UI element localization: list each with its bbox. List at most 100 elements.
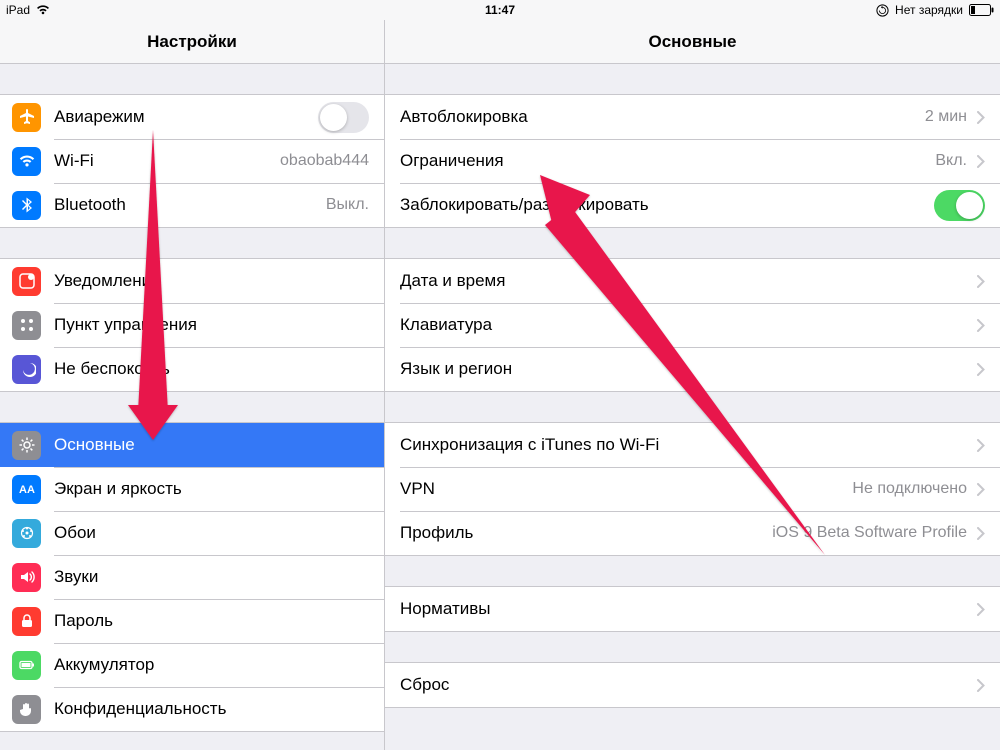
language-label: Язык и регион bbox=[400, 359, 967, 379]
settings-sidebar: Настройки Авиарежим Wi-Fi obaobab444 bbox=[0, 20, 385, 750]
sidebar-scroll[interactable]: Авиарежим Wi-Fi obaobab444 Bluetooth Вык… bbox=[0, 64, 384, 750]
chevron-icon bbox=[977, 319, 985, 332]
lock-icon bbox=[12, 607, 41, 636]
sidebar-item-control-center[interactable]: Пункт управления bbox=[0, 303, 384, 347]
bluetooth-label: Bluetooth bbox=[54, 195, 318, 215]
row-autolock[interactable]: Автоблокировка 2 мин bbox=[385, 95, 1000, 139]
charging-label: Нет зарядки bbox=[895, 3, 963, 17]
hand-icon bbox=[12, 695, 41, 724]
bluetooth-value: Выкл. bbox=[326, 196, 369, 214]
itunes-sync-label: Синхронизация с iTunes по Wi-Fi bbox=[400, 435, 967, 455]
keyboard-label: Клавиатура bbox=[400, 315, 967, 335]
profile-label: Профиль bbox=[400, 523, 764, 543]
wifi-icon bbox=[36, 5, 50, 15]
row-date-time[interactable]: Дата и время bbox=[385, 259, 1000, 303]
chevron-icon bbox=[977, 155, 985, 168]
general-label: Основные bbox=[54, 435, 369, 455]
detail-group-lock: Автоблокировка 2 мин Ограничения Вкл. За… bbox=[385, 94, 1000, 228]
date-time-label: Дата и время bbox=[400, 271, 967, 291]
sidebar-item-notifications[interactable]: Уведомления bbox=[0, 259, 384, 303]
status-time: 11:47 bbox=[485, 3, 515, 17]
notifications-label: Уведомления bbox=[54, 271, 369, 291]
sidebar-item-wifi[interactable]: Wi-Fi obaobab444 bbox=[0, 139, 384, 183]
sidebar-item-sounds[interactable]: Звуки bbox=[0, 555, 384, 599]
wifi-value: obaobab444 bbox=[280, 152, 369, 170]
row-vpn[interactable]: VPN Не подключено bbox=[385, 467, 1000, 511]
sidebar-item-passcode[interactable]: Пароль bbox=[0, 599, 384, 643]
row-language[interactable]: Язык и регион bbox=[385, 347, 1000, 391]
row-reset[interactable]: Сброс bbox=[385, 663, 1000, 707]
autolock-label: Автоблокировка bbox=[400, 107, 917, 127]
dnd-label: Не беспокоить bbox=[54, 359, 369, 379]
detail-scroll[interactable]: Автоблокировка 2 мин Ограничения Вкл. За… bbox=[385, 64, 1000, 750]
wifi-icon bbox=[12, 147, 41, 176]
detail-group-regulatory: Нормативы bbox=[385, 586, 1000, 632]
privacy-label: Конфиденциальность bbox=[54, 699, 369, 719]
sidebar-group-alerts: Уведомления Пункт управления Не беспокои… bbox=[0, 258, 384, 392]
row-profile[interactable]: Профиль iOS 9 Beta Software Profile bbox=[385, 511, 1000, 555]
detail-panel: Основные Автоблокировка 2 мин Ограничени… bbox=[385, 20, 1000, 750]
chevron-icon bbox=[977, 527, 985, 540]
lock-unlock-label: Заблокировать/разблокировать bbox=[400, 195, 934, 215]
vpn-value: Не подключено bbox=[852, 480, 967, 498]
detail-title: Основные bbox=[385, 20, 1000, 64]
sidebar-item-battery[interactable]: Аккумулятор bbox=[0, 643, 384, 687]
rotation-lock-icon bbox=[876, 4, 889, 17]
status-bar: iPad 11:47 Нет зарядки bbox=[0, 0, 1000, 20]
sidebar-item-wallpaper[interactable]: Обои bbox=[0, 511, 384, 555]
restrictions-value: Вкл. bbox=[935, 152, 967, 170]
row-keyboard[interactable]: Клавиатура bbox=[385, 303, 1000, 347]
display-icon: AA bbox=[12, 475, 41, 504]
reset-label: Сброс bbox=[400, 675, 967, 695]
control-center-label: Пункт управления bbox=[54, 315, 369, 335]
wallpaper-icon bbox=[12, 519, 41, 548]
bluetooth-icon bbox=[12, 191, 41, 220]
vpn-label: VPN bbox=[400, 479, 844, 499]
battery-icon bbox=[12, 651, 41, 680]
svg-text:AA: AA bbox=[19, 484, 35, 496]
sidebar-item-privacy[interactable]: Конфиденциальность bbox=[0, 687, 384, 731]
battery-icon bbox=[969, 4, 994, 16]
device-label: iPad bbox=[6, 3, 30, 17]
chevron-icon bbox=[977, 439, 985, 452]
chevron-icon bbox=[977, 679, 985, 692]
airplane-label: Авиарежим bbox=[54, 107, 318, 127]
display-label: Экран и яркость bbox=[54, 479, 369, 499]
autolock-value: 2 мин bbox=[925, 108, 967, 126]
wallpaper-label: Обои bbox=[54, 523, 369, 543]
detail-group-reset: Сброс bbox=[385, 662, 1000, 708]
notifications-icon bbox=[12, 267, 41, 296]
sounds-label: Звуки bbox=[54, 567, 369, 587]
chevron-icon bbox=[977, 275, 985, 288]
row-itunes-sync[interactable]: Синхронизация с iTunes по Wi-Fi bbox=[385, 423, 1000, 467]
sidebar-item-dnd[interactable]: Не беспокоить bbox=[0, 347, 384, 391]
airplane-toggle[interactable] bbox=[318, 102, 369, 133]
gear-icon bbox=[12, 431, 41, 460]
row-restrictions[interactable]: Ограничения Вкл. bbox=[385, 139, 1000, 183]
sidebar-item-airplane[interactable]: Авиарежим bbox=[0, 95, 384, 139]
sidebar-group-connectivity: Авиарежим Wi-Fi obaobab444 Bluetooth Вык… bbox=[0, 94, 384, 228]
sidebar-group-device: Основные AA Экран и яркость Обои bbox=[0, 422, 384, 732]
wifi-label: Wi-Fi bbox=[54, 151, 272, 171]
control-center-icon bbox=[12, 311, 41, 340]
passcode-label: Пароль bbox=[54, 611, 369, 631]
chevron-icon bbox=[977, 483, 985, 496]
lock-unlock-toggle[interactable] bbox=[934, 190, 985, 221]
regulatory-label: Нормативы bbox=[400, 599, 967, 619]
sidebar-item-bluetooth[interactable]: Bluetooth Выкл. bbox=[0, 183, 384, 227]
row-regulatory[interactable]: Нормативы bbox=[385, 587, 1000, 631]
sidebar-item-general[interactable]: Основные bbox=[0, 423, 384, 467]
airplane-icon bbox=[12, 103, 41, 132]
sidebar-item-display[interactable]: AA Экран и яркость bbox=[0, 467, 384, 511]
chevron-icon bbox=[977, 603, 985, 616]
row-lock-unlock[interactable]: Заблокировать/разблокировать bbox=[385, 183, 1000, 227]
profile-value: iOS 9 Beta Software Profile bbox=[772, 524, 967, 542]
battery-label: Аккумулятор bbox=[54, 655, 369, 675]
sidebar-title: Настройки bbox=[0, 20, 384, 64]
detail-group-locale: Дата и время Клавиатура Язык и регион bbox=[385, 258, 1000, 392]
detail-group-network: Синхронизация с iTunes по Wi-Fi VPN Не п… bbox=[385, 422, 1000, 556]
speaker-icon bbox=[12, 563, 41, 592]
chevron-icon bbox=[977, 363, 985, 376]
restrictions-label: Ограничения bbox=[400, 151, 927, 171]
moon-icon bbox=[12, 355, 41, 384]
